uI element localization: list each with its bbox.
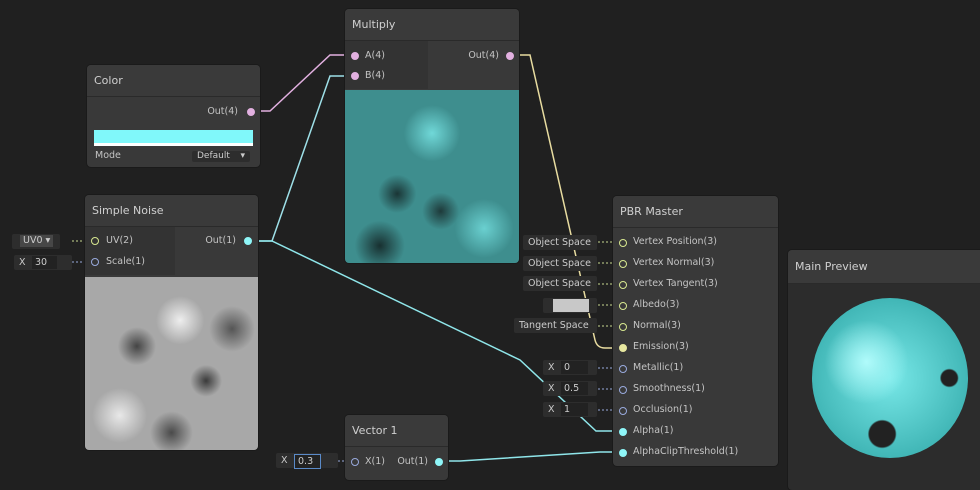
input-port-label: Normal(3) — [633, 320, 681, 331]
main-preview-panel[interactable]: Main Preview — [788, 250, 980, 490]
input-port-label: AlphaClipThreshold(1) — [633, 446, 739, 457]
node-title: PBR Master — [613, 196, 778, 228]
input-port-label: Vertex Position(3) — [633, 236, 718, 247]
preview-title: Main Preview — [788, 250, 980, 284]
input-port-label: Vertex Tangent(3) — [633, 278, 718, 289]
input-port[interactable] — [619, 386, 627, 394]
input-port-label: Metallic(1) — [633, 362, 684, 373]
input-port-label: Emission(3) — [633, 341, 689, 352]
input-port[interactable] — [619, 281, 627, 289]
preview-sphere[interactable] — [812, 298, 968, 458]
input-port-label: Smoothness(1) — [633, 383, 705, 394]
input-port-label: Albedo(3) — [633, 299, 680, 310]
input-port-label: Alpha(1) — [633, 425, 674, 436]
input-port[interactable] — [619, 344, 627, 352]
input-port[interactable] — [619, 302, 627, 310]
input-port[interactable] — [619, 449, 627, 457]
input-port[interactable] — [619, 365, 627, 373]
pbr-master-node[interactable]: PBR Master Vertex Position(3) Vertex Norm… — [613, 196, 778, 466]
input-port[interactable] — [619, 239, 627, 247]
input-port-label: Vertex Normal(3) — [633, 257, 715, 268]
input-port-label: Occlusion(1) — [633, 404, 693, 415]
input-port[interactable] — [619, 407, 627, 415]
input-port[interactable] — [619, 428, 627, 436]
input-port[interactable] — [619, 260, 627, 268]
input-port[interactable] — [619, 323, 627, 331]
